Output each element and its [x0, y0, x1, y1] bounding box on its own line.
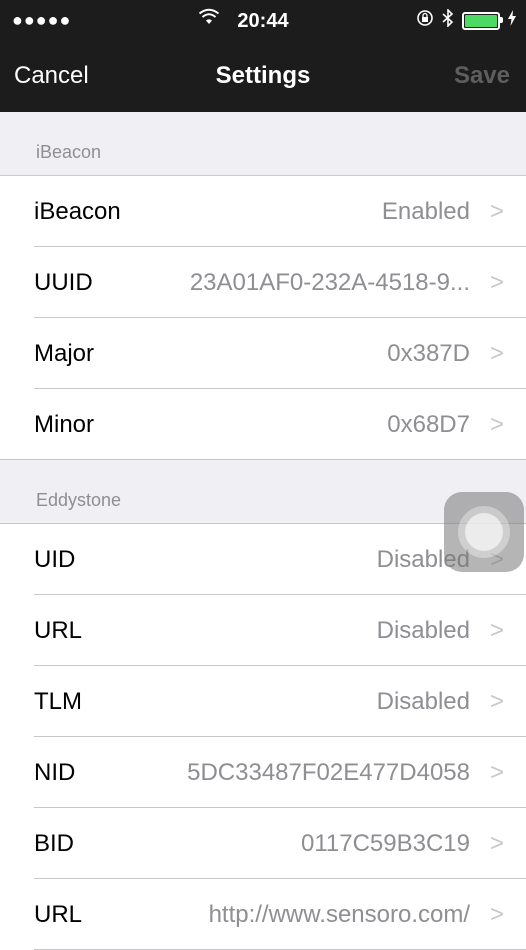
battery-icon [462, 11, 503, 30]
row-uuid[interactable]: UUID 23A01AF0-232A-4518-9... > [0, 247, 526, 318]
section-title: iBeacon [36, 142, 102, 162]
row-label: Major [34, 339, 95, 367]
save-button[interactable]: Save [454, 62, 510, 90]
row-nid[interactable]: NID 5DC33487F02E477D4058 > [0, 737, 526, 808]
row-value: Disabled [376, 687, 470, 715]
row-ibeacon[interactable]: iBeacon Enabled > [0, 176, 526, 247]
row-label: BID [34, 829, 75, 857]
chevron-right-icon: > [489, 339, 504, 367]
battery-level [465, 14, 497, 27]
row-url-address[interactable]: URL http://www.sensoro.com/ > [0, 879, 526, 950]
row-label: UID [34, 545, 76, 573]
row-value: Enabled [381, 197, 470, 225]
assistive-touch-center [465, 513, 503, 551]
navigation-bar: Cancel Settings Save [0, 40, 526, 112]
section-header-ibeacon: iBeacon [0, 112, 526, 176]
row-label: TLM [34, 687, 82, 715]
charging-icon [508, 10, 516, 31]
row-value: http://www.sensoro.com/ [208, 900, 470, 928]
assistive-touch-button[interactable] [444, 492, 524, 572]
cancel-button[interactable]: Cancel [14, 62, 89, 90]
row-label: UUID [34, 268, 93, 296]
row-label: URL [34, 900, 83, 928]
row-value: 23A01AF0-232A-4518-9... [189, 268, 470, 296]
chevron-right-icon: > [489, 616, 504, 644]
orientation-lock-icon [416, 9, 434, 32]
status-right-icons [416, 8, 516, 32]
row-value: Disabled [376, 616, 470, 644]
chevron-right-icon: > [489, 268, 504, 296]
chevron-right-icon: > [489, 687, 504, 715]
section-title: Eddystone [36, 490, 122, 510]
row-minor[interactable]: Minor 0x68D7 > [0, 389, 526, 460]
row-major[interactable]: Major 0x387D > [0, 318, 526, 389]
row-url[interactable]: URL Disabled > [0, 595, 526, 666]
row-value: 0x387D [387, 339, 470, 367]
row-value: 0x68D7 [387, 410, 470, 438]
row-label: NID [34, 758, 76, 786]
row-tlm[interactable]: TLM Disabled > [0, 666, 526, 737]
row-value: 5DC33487F02E477D4058 [187, 758, 470, 786]
chevron-right-icon: > [489, 410, 504, 438]
row-value: 0117C59B3C19 [300, 829, 470, 857]
row-label: URL [34, 616, 83, 644]
status-bar: ●●●●● 20:44 [0, 0, 526, 40]
row-label: iBeacon [34, 197, 121, 225]
chevron-right-icon: > [489, 900, 504, 928]
row-bid[interactable]: BID 0117C59B3C19 > [0, 808, 526, 879]
bluetooth-icon [442, 8, 454, 32]
row-label: Minor [34, 410, 95, 438]
chevron-right-icon: > [489, 829, 504, 857]
chevron-right-icon: > [489, 197, 504, 225]
chevron-right-icon: > [489, 758, 504, 786]
